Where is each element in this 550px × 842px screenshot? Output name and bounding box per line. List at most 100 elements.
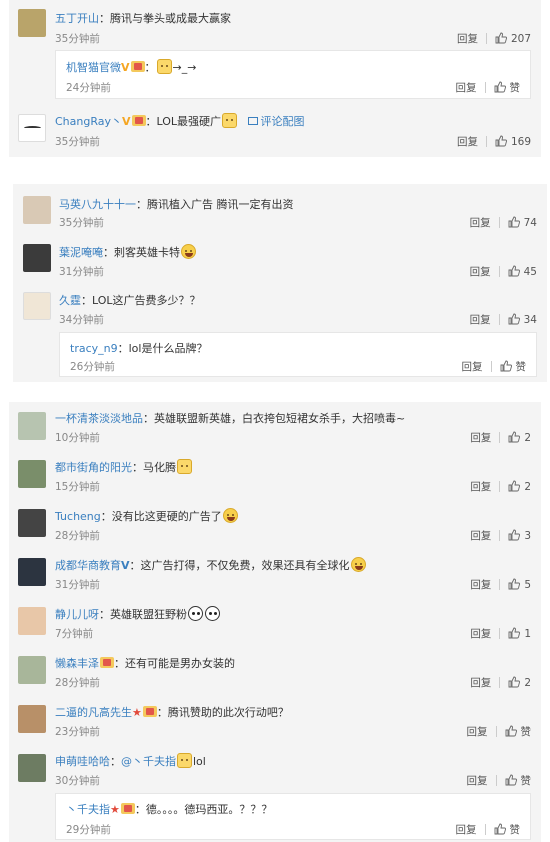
like-button[interactable]: 2: [508, 431, 531, 444]
reply-button[interactable]: 回复: [470, 430, 491, 445]
divider: [485, 33, 487, 44]
thumbs-up-icon: [505, 774, 517, 786]
user-name[interactable]: 静儿儿呀: [55, 608, 99, 621]
user-name[interactable]: 机智猫官微: [66, 61, 121, 74]
mention-link[interactable]: @丶千夫指: [121, 755, 176, 768]
like-button[interactable]: 45: [508, 265, 537, 278]
user-name[interactable]: 丶千夫指: [66, 803, 110, 816]
like-button[interactable]: 207: [495, 32, 531, 45]
comment-actions: 回复 赞: [456, 822, 520, 837]
like-button[interactable]: 赞: [505, 724, 531, 739]
reply-button[interactable]: 回复: [470, 215, 491, 230]
comment-text: 英雄联盟狂野粉: [110, 608, 187, 621]
colon: ：: [144, 61, 156, 74]
like-button[interactable]: 赞: [500, 359, 526, 374]
comment-time: 31分钟前: [59, 266, 104, 278]
reply-button[interactable]: 回复: [470, 479, 491, 494]
user-name[interactable]: 成都华商教育: [55, 559, 121, 572]
comment-text: →_→: [172, 61, 197, 74]
like-count: 34: [523, 314, 537, 326]
reply-button[interactable]: 回复: [457, 31, 478, 46]
avatar[interactable]: [18, 509, 46, 537]
comment-row: 成都华商教育V：这广告打得，不仅免费，效果还具有全球化: [55, 557, 531, 573]
user-name[interactable]: 懒森丰泽: [55, 657, 99, 670]
divider: [484, 82, 486, 93]
member-badge-icon: [130, 61, 145, 72]
comment-time: 26分钟前: [70, 361, 115, 373]
avatar[interactable]: [18, 460, 46, 488]
avatar[interactable]: [18, 558, 46, 586]
reply-button[interactable]: 回复: [456, 80, 477, 95]
user-name[interactable]: 都市街角的阳光: [55, 461, 132, 474]
reply-button[interactable]: 回复: [470, 528, 491, 543]
avatar[interactable]: [18, 9, 46, 37]
like-button[interactable]: 74: [508, 216, 537, 229]
thumbs-up-icon: [508, 529, 521, 541]
avatar[interactable]: [23, 196, 51, 224]
avatar[interactable]: [18, 607, 46, 635]
avatar[interactable]: [18, 412, 46, 440]
like-button[interactable]: 1: [508, 627, 531, 640]
comment-time: 15分钟前: [55, 481, 100, 493]
cat-emoji-icon: [156, 59, 172, 74]
member-badge-icon: [142, 706, 157, 717]
comment-time: 30分钟前: [55, 775, 100, 787]
user-name[interactable]: 马英八九十十一: [59, 198, 136, 211]
like-button[interactable]: 赞: [494, 80, 520, 95]
reply-button[interactable]: 回复: [470, 264, 491, 279]
avatar[interactable]: [18, 754, 46, 782]
reply-button[interactable]: 回复: [457, 134, 478, 149]
reply-button[interactable]: 回复: [467, 773, 488, 788]
divider: [485, 136, 487, 147]
divider: [490, 361, 492, 372]
user-name[interactable]: 葉泥唵唵: [59, 246, 103, 259]
comment-image-link[interactable]: 评论配图: [247, 115, 305, 128]
user-name[interactable]: 五丁开山: [55, 12, 99, 25]
user-name[interactable]: 申萌哇哈哈: [55, 755, 110, 768]
like-button[interactable]: 赞: [494, 822, 520, 837]
star-icon: ★: [132, 706, 142, 719]
user-name[interactable]: 久霆: [59, 294, 81, 307]
reply-button[interactable]: 回复: [467, 724, 488, 739]
comment-time: 35分钟前: [55, 136, 100, 148]
like-button[interactable]: 3: [508, 529, 531, 542]
divider: [499, 628, 501, 639]
colon: ：: [145, 115, 157, 128]
avatar[interactable]: [18, 114, 46, 142]
like-button[interactable]: 赞: [505, 773, 531, 788]
comment-text: 刺客英雄卡特: [114, 246, 180, 259]
thumbs-up-icon: [508, 676, 521, 688]
avatar[interactable]: [23, 244, 51, 272]
avatar[interactable]: [18, 656, 46, 684]
like-button[interactable]: 2: [508, 480, 531, 493]
user-name[interactable]: Tucheng: [55, 510, 101, 523]
divider: [499, 432, 501, 443]
user-name[interactable]: 二逼的凡高先生: [55, 706, 132, 719]
like-button[interactable]: 5: [508, 578, 531, 591]
reply-button[interactable]: 回复: [470, 675, 491, 690]
star-icon: ★: [110, 803, 120, 816]
like-button[interactable]: 2: [508, 676, 531, 689]
comment-time: 24分钟前: [66, 82, 111, 94]
like-count: 2: [524, 481, 531, 493]
colon: ：: [136, 198, 147, 211]
colon: ：: [143, 412, 154, 425]
comment-row: Tucheng：没有比这更硬的广告了: [55, 508, 531, 524]
like-count: 74: [523, 217, 537, 229]
like-button[interactable]: 34: [508, 313, 537, 326]
user-name[interactable]: 一杯清茶淡淡地品: [55, 412, 143, 425]
member-badge-icon: [100, 657, 114, 668]
like-button[interactable]: 169: [495, 135, 531, 148]
avatar[interactable]: [23, 292, 51, 320]
reply-button[interactable]: 回复: [462, 359, 483, 374]
reply-button[interactable]: 回复: [456, 822, 477, 837]
user-name[interactable]: tracy_n9: [70, 342, 118, 355]
cat-emoji-icon: [177, 753, 192, 768]
reply-button[interactable]: 回复: [470, 577, 491, 592]
reply-button[interactable]: 回复: [470, 312, 491, 327]
avatar[interactable]: [18, 705, 46, 733]
reply-button[interactable]: 回复: [470, 626, 491, 641]
user-name[interactable]: ChangRay丶: [55, 115, 122, 128]
divider: [499, 530, 501, 541]
like-count: 5: [524, 579, 531, 591]
